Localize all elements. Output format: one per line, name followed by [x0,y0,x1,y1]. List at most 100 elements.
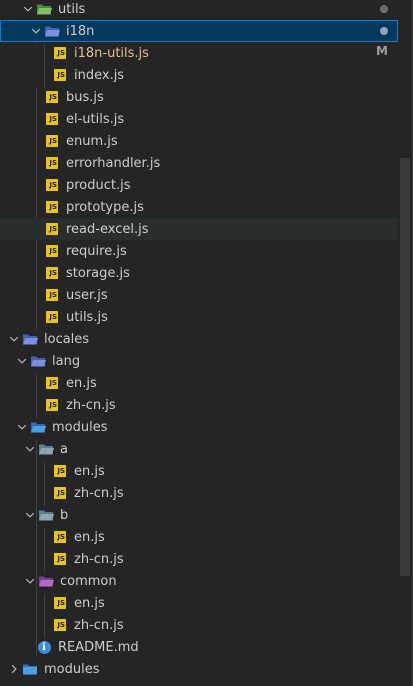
tree-item-label: modules [44,661,100,677]
git-status-badge: M [376,44,388,58]
folder-closed-modules-icon [22,658,38,680]
tree-file-row[interactable]: i README.md [0,636,398,658]
tree-item-label: bus.js [66,89,104,105]
tree-file-row[interactable]: JS en.js [0,592,398,614]
tree-item-label: en.js [74,463,105,479]
js-file-icon: JS [44,284,60,306]
tree-file-row[interactable]: JS en.js [0,526,398,548]
tree-file-row[interactable]: JS en.js [0,460,398,482]
tree-item-label: errorhandler.js [66,155,161,171]
tree-item-label: modules [52,419,108,435]
tree-folder-row[interactable]: modules [0,416,398,438]
tree-file-row[interactable]: JS zh-cn.js [0,394,398,416]
tree-item-label: prototype.js [66,199,144,215]
tree-item-label: i18n [66,23,95,39]
js-file-icon: JS [44,86,60,108]
tree-file-row[interactable]: JS index.js [0,64,398,86]
tree-item-label: locales [44,331,90,347]
tree-item-label: en.js [66,375,97,391]
chevron-down-icon[interactable] [14,416,30,438]
chevron-right-icon[interactable] [6,658,22,680]
js-file-icon: JS [44,372,60,394]
info-file-icon: i [36,636,52,658]
folder-open-i18n-icon [44,20,60,42]
tree-file-row[interactable]: JS require.js [0,240,398,262]
js-file-icon: JS [52,548,68,570]
status-dot [380,27,388,35]
tree-file-row[interactable]: JS prototype.js [0,196,398,218]
tree-file-row[interactable]: JS errorhandler.js [0,152,398,174]
tree-item-label: i18n-utils.js [74,45,149,61]
js-file-icon: JS [44,152,60,174]
tree-item-label: a [60,441,68,457]
tree-folder-row[interactable]: locales [0,328,398,350]
tree-file-row[interactable]: JS enum.js [0,130,398,152]
js-file-icon: JS [44,108,60,130]
tree-file-row[interactable]: JS user.js [0,284,398,306]
chevron-down-icon[interactable] [22,504,38,526]
tree-folder-row[interactable]: i18n [0,20,398,42]
tree-item-label: index.js [74,67,125,83]
tree-item-label: user.js [66,287,108,303]
js-file-icon: JS [44,262,60,284]
js-file-icon: JS [44,306,60,328]
tree-item-label: read-excel.js [66,221,149,237]
tree-folder-row[interactable]: modules [0,658,398,680]
chevron-down-icon[interactable] [22,438,38,460]
tree-folder-row[interactable]: b [0,504,398,526]
js-file-icon: JS [52,526,68,548]
folder-open-i18n-icon [22,328,38,350]
tree-file-row[interactable]: JS bus.js [0,86,398,108]
tree-item-label: README.md [58,639,139,655]
tree-folder-row[interactable]: common [0,570,398,592]
tree-item-label: en.js [74,595,105,611]
tree-file-row[interactable]: JS utils.js [0,306,398,328]
vertical-scrollbar[interactable] [400,158,410,576]
js-file-icon: JS [44,174,60,196]
tree-item-label: product.js [66,177,131,193]
tree-item-label: zh-cn.js [74,485,124,501]
tree-folder-row[interactable]: lang [0,350,398,372]
tree-item-label: zh-cn.js [74,617,124,633]
tree-item-label: enum.js [66,133,118,149]
tree-item-label: zh-cn.js [74,551,124,567]
tree-folder-row[interactable]: utils [0,0,398,20]
tree-file-row[interactable]: JS product.js [0,174,398,196]
chevron-down-icon[interactable] [20,0,36,20]
js-file-icon: JS [52,64,68,86]
tree-file-row[interactable]: JS storage.js [0,262,398,284]
chevron-down-icon[interactable] [22,570,38,592]
tree-file-row[interactable]: JS zh-cn.js [0,548,398,570]
tree-folder-row[interactable]: a [0,438,398,460]
js-file-icon: JS [44,130,60,152]
tree-file-row[interactable]: JS i18n-utils.js M [0,42,398,64]
tree-file-row[interactable]: JS en.js [0,372,398,394]
js-file-icon: JS [44,240,60,262]
js-file-icon: JS [52,592,68,614]
chevron-down-icon[interactable] [6,328,22,350]
tree-item-label: lang [52,353,81,369]
tree-item-label: en.js [74,529,105,545]
js-file-icon: JS [52,482,68,504]
status-dot [380,5,388,13]
chevron-down-icon[interactable] [28,20,44,42]
tree-item-label: storage.js [66,265,130,281]
tree-item-label: zh-cn.js [66,397,116,413]
tree-file-row[interactable]: JS read-excel.js [0,218,398,240]
tree-item-label: utils [58,1,86,17]
tree-file-row[interactable]: JS zh-cn.js [0,614,398,636]
tree-item-label: b [60,507,69,523]
tree-file-row[interactable]: JS el-utils.js [0,108,398,130]
js-file-icon: JS [52,460,68,482]
js-file-icon: JS [52,42,68,64]
js-file-icon: JS [52,614,68,636]
folder-open-i18n-icon [30,350,46,372]
tree-item-label: el-utils.js [66,111,125,127]
file-explorer-tree: utils i18n JS i18n-utils.js M JS index.js JS bus… [0,0,413,686]
tree-item-label: common [60,573,117,589]
chevron-down-icon[interactable] [14,350,30,372]
folder-open-modules-icon [30,416,46,438]
folder-open-common-icon [38,570,54,592]
folder-open-utils-icon [36,0,52,20]
tree-file-row[interactable]: JS zh-cn.js [0,482,398,504]
